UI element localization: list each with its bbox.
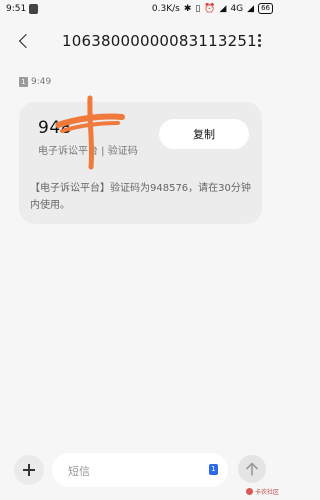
network-speed: 0.3K/s xyxy=(151,3,180,14)
notification-icon xyxy=(29,4,38,14)
watermark-text: 卡农社区 xyxy=(255,489,280,496)
network-type: 4G xyxy=(230,3,244,14)
redaction-scribble xyxy=(56,95,125,170)
status-indicators: 0.3K/s ✱ ▯ ⏰ ◢ 4G ◢ 66 xyxy=(152,3,273,14)
alarm-icon: ⏰ xyxy=(204,3,216,14)
sim-select-icon[interactable]: 1 xyxy=(209,464,218,475)
sms-conversation-screen: 9:51 0.3K/s ✱ ▯ ⏰ ◢ 4G ◢ 66 106380000000… xyxy=(0,0,281,500)
sender-number: 10638000000083113251 xyxy=(62,32,257,50)
compose-bar: 1 xyxy=(0,449,281,489)
signal-icon: ◢ xyxy=(219,3,227,14)
status-bar: 9:51 0.3K/s ✱ ▯ ⏰ ◢ 4G ◢ 66 xyxy=(0,0,281,20)
back-arrow-icon[interactable] xyxy=(14,30,36,52)
add-attachment-button[interactable] xyxy=(14,455,44,485)
copy-code-button[interactable]: 复制 xyxy=(159,119,249,149)
message-timestamp: 1 9:49 xyxy=(19,77,51,87)
status-time: 9:51 xyxy=(6,4,27,14)
conversation-header: 10638000000083113251 xyxy=(0,26,281,56)
send-button[interactable] xyxy=(238,455,266,483)
more-options-icon[interactable] xyxy=(255,32,263,50)
signal-2-icon: ◢ xyxy=(247,3,255,14)
sms-input[interactable] xyxy=(66,461,190,481)
bluetooth-icon: ✱ xyxy=(183,3,192,14)
vibrate-icon: ▯ xyxy=(195,3,201,14)
battery-icon: 66 xyxy=(258,3,273,14)
message-body: 【电子诉讼平台】验证码为948576，请在30分钟内使用。 xyxy=(30,183,251,211)
send-arrow-icon xyxy=(246,462,258,476)
watermark: 卡农社区 xyxy=(246,487,279,496)
sms-input-container: 1 xyxy=(52,453,228,487)
message-time: 9:49 xyxy=(31,77,52,87)
watermark-logo-icon xyxy=(246,488,253,495)
sim-card-icon: 1 xyxy=(19,77,28,87)
